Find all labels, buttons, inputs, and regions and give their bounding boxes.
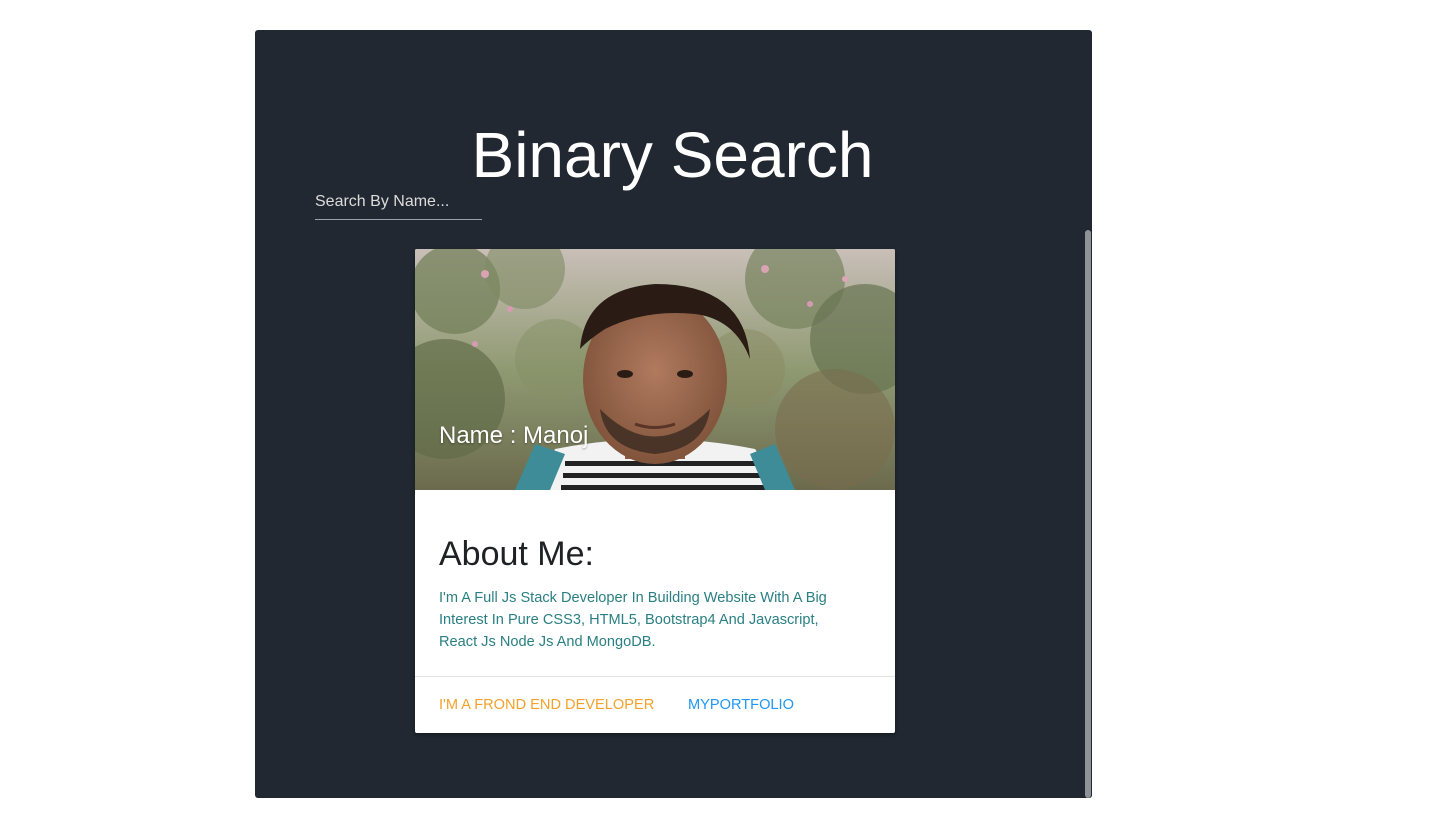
app-panel: Binary Search Search By Name... Name: M…	[255, 30, 1092, 798]
page-title-text: Binary Search	[471, 119, 874, 191]
search-field[interactable]	[315, 185, 482, 220]
scrollbar-thumb[interactable]	[1085, 230, 1091, 798]
scrollbar[interactable]	[1084, 230, 1092, 798]
search-input[interactable]	[315, 185, 482, 219]
card-actions: I'M A FROND END DEVELOPER MYPORTFOLIO	[415, 677, 895, 733]
card-content: About Me: I'm A Full Js Stack Developer …	[415, 490, 895, 677]
frontend-developer-link[interactable]: I'M A FROND END DEVELOPER	[439, 696, 654, 714]
page-title: Binary Search	[255, 118, 1092, 192]
profile-card: Name : Manoj About Me: I'm A Full Js Sta…	[415, 249, 895, 733]
profile-photo: Name : Manoj	[415, 249, 895, 490]
about-text: I'm A Full Js Stack Developer In Buildin…	[439, 590, 827, 650]
profile-photo-icon	[415, 249, 895, 490]
about-title: About Me:	[439, 535, 594, 573]
portfolio-link[interactable]: MYPORTFOLIO	[688, 696, 794, 714]
card-name: Name : Manoj	[439, 422, 589, 449]
